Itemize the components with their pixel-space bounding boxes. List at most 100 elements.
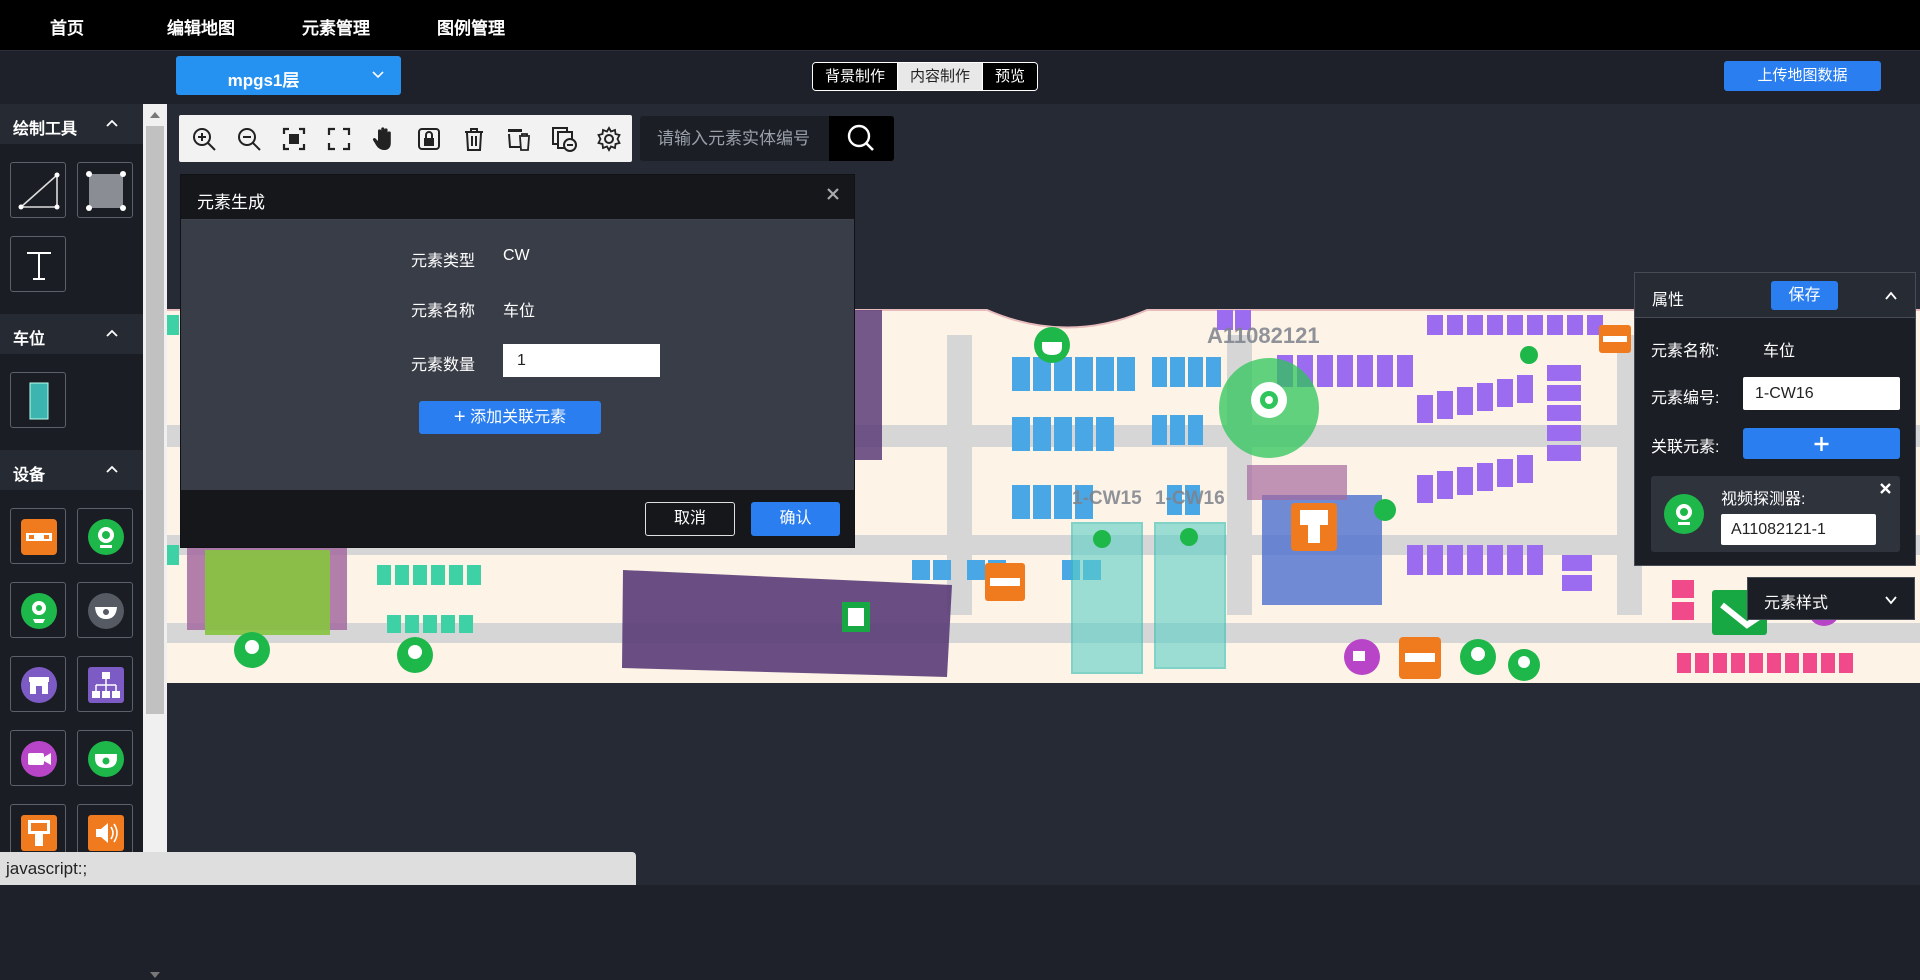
floor-select-label: mpgs1层 <box>227 71 300 90</box>
section-title: 绘制工具 <box>13 121 78 138</box>
cancel-button[interactable]: 取消 <box>645 502 735 536</box>
network-device-tool[interactable] <box>77 656 133 712</box>
chevron-up-icon[interactable] <box>1884 289 1898 303</box>
camera-icon <box>21 741 57 777</box>
chevron-up-icon <box>106 119 118 127</box>
dome-camera-tool[interactable] <box>77 582 133 638</box>
map-space-label-cw16: 1-CW16 <box>1155 488 1225 509</box>
delete-icon[interactable] <box>460 125 488 153</box>
tab-preview[interactable]: 预览 <box>983 63 1038 90</box>
top-nav: 首页 编辑地图 元素管理 图例管理 <box>0 0 1920 51</box>
left-panel-scrollbar[interactable] <box>143 104 167 978</box>
save-button[interactable]: 保存 <box>1771 281 1838 310</box>
scroll-up-arrow-icon[interactable] <box>149 110 161 120</box>
video-detector-tool[interactable] <box>77 508 133 564</box>
plus-icon: + <box>453 406 466 428</box>
nav-home[interactable]: 首页 <box>50 14 84 39</box>
section-title: 车位 <box>13 331 46 348</box>
related-element-name: 视频探测器: <box>1721 491 1806 508</box>
prop-code-label: 元素编号: <box>1651 390 1720 407</box>
element-type-value: CW <box>503 247 530 264</box>
add-related-button[interactable] <box>1743 428 1900 459</box>
close-icon[interactable] <box>826 187 840 201</box>
zoom-out-icon[interactable] <box>235 125 263 153</box>
related-element-input[interactable] <box>1721 514 1876 545</box>
text-tool[interactable] <box>10 236 66 292</box>
element-style-section[interactable]: 元素样式 <box>1747 577 1915 620</box>
dome-camera-icon <box>88 593 124 629</box>
properties-header: 属性 保存 <box>1635 273 1915 318</box>
network-topology-icon <box>88 667 124 703</box>
element-type-label: 元素类型 <box>411 253 476 270</box>
tab-background[interactable]: 背景制作 <box>813 63 899 90</box>
related-element-card: 视频探测器: <box>1651 476 1900 552</box>
video-detector-icon <box>1664 494 1704 534</box>
parking-space-icon <box>29 382 49 420</box>
prop-code-input[interactable] <box>1743 377 1900 410</box>
element-name-value: 车位 <box>503 303 536 320</box>
section-drawing-tools[interactable]: 绘制工具 <box>0 104 143 144</box>
upload-map-button[interactable]: 上传地图数据 <box>1724 61 1881 91</box>
sub-toolbar: mpgs1层 背景制作 内容制作 预览 上传地图数据 <box>0 51 1920 104</box>
map-space-label-cw15: 1-CW15 <box>1072 488 1142 509</box>
chevron-up-icon <box>106 465 118 473</box>
store-icon <box>21 667 57 703</box>
store-device-tool[interactable] <box>10 656 66 712</box>
section-title: 设备 <box>13 467 46 484</box>
left-tool-panel: 绘制工具 车位 设备 <box>0 104 143 885</box>
delete-batch-icon[interactable] <box>505 125 533 153</box>
chevron-up-icon <box>106 329 118 337</box>
nav-element-manage[interactable]: 元素管理 <box>302 14 370 39</box>
copy-remove-icon[interactable] <box>550 125 578 153</box>
pan-hand-icon[interactable] <box>370 125 398 153</box>
camera-tool[interactable] <box>10 730 66 786</box>
map-toolbar <box>179 115 632 162</box>
mode-switch: 背景制作 内容制作 预览 <box>812 62 1039 91</box>
add-related-element-button[interactable]: + 添加关联元素 <box>419 401 601 434</box>
map-zone-label: A11082121 <box>1207 323 1320 348</box>
rectangle-icon <box>86 171 126 211</box>
settings-gear-icon[interactable] <box>595 125 623 153</box>
nav-legend-manage[interactable]: 图例管理 <box>437 14 505 39</box>
dialog-header: 元素生成 <box>181 175 854 220</box>
element-generate-dialog: 元素生成 元素类型 CW 元素名称 车位 元素数量 + 添加关联元素 取消 确认 <box>180 174 855 548</box>
floor-select[interactable]: mpgs1层 <box>176 56 401 95</box>
nav-edit-map[interactable]: 编辑地图 <box>167 14 235 39</box>
zoom-in-icon[interactable] <box>190 125 218 153</box>
video-detector-icon <box>88 519 124 555</box>
add-related-label: 添加关联元素 <box>470 409 567 426</box>
dialog-footer: 取消 确认 <box>181 490 854 547</box>
lock-icon[interactable] <box>415 125 443 153</box>
element-style-label: 元素样式 <box>1764 595 1829 612</box>
camera-detector-tool[interactable] <box>10 582 66 638</box>
section-devices[interactable]: 设备 <box>0 450 143 490</box>
prop-related-label: 关联元素: <box>1651 439 1720 456</box>
properties-panel: 属性 保存 元素名称: 车位 元素编号: 关联元素: 视频探测器: <box>1634 272 1916 566</box>
confirm-button[interactable]: 确认 <box>751 502 840 536</box>
scroll-down-arrow-icon[interactable] <box>149 970 161 980</box>
plus-icon <box>1814 437 1829 451</box>
chevron-down-icon <box>1885 596 1897 605</box>
search-input[interactable] <box>640 116 829 161</box>
fit-view-icon[interactable] <box>280 125 308 153</box>
element-qty-input[interactable] <box>503 344 660 377</box>
element-qty-label: 元素数量 <box>411 357 476 374</box>
rectangle-tool[interactable] <box>77 162 133 218</box>
fullscreen-icon[interactable] <box>325 125 353 153</box>
text-icon <box>27 252 51 280</box>
element-name-label: 元素名称 <box>411 303 476 320</box>
section-parking[interactable]: 车位 <box>0 314 143 354</box>
polyline-tool[interactable] <box>10 162 66 218</box>
search-button[interactable] <box>829 116 894 161</box>
prop-name-label: 元素名称: <box>1651 343 1720 360</box>
parking-space-tool[interactable] <box>10 372 66 428</box>
close-icon[interactable] <box>1879 482 1892 495</box>
dome-video-icon <box>88 741 124 777</box>
tab-content[interactable]: 内容制作 <box>898 63 984 90</box>
scrollbar-thumb[interactable] <box>146 126 164 714</box>
search-icon <box>847 124 874 151</box>
chevron-down-icon <box>372 71 384 79</box>
barrier-gate-tool[interactable] <box>10 508 66 564</box>
video-guide-tool[interactable] <box>77 730 133 786</box>
prop-name-value: 车位 <box>1763 343 1796 360</box>
